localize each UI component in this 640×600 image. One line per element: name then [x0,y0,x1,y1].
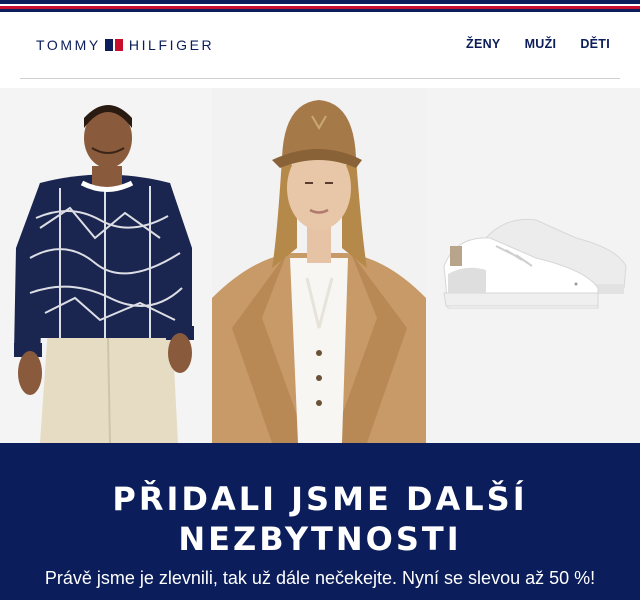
logo-text-left: TOMMY [36,37,101,53]
nav-item-men[interactable]: MUŽI [525,37,557,51]
promo-headline: PŘIDALI JSME DALŠÍ NEZBYTNOSTI [0,479,640,559]
brand-logo[interactable]: TOMMY HILFIGER [36,37,214,53]
main-nav: ŽENY MUŽI DĚTI [466,37,610,51]
promo-body-text: Právě jsme je zlevnili, tak už dále neče… [44,568,596,588]
hero-image-women-coat[interactable] [212,88,426,443]
nav-item-kids[interactable]: DĚTI [580,37,610,51]
hero-image-sneakers[interactable] [426,88,640,443]
nav-item-women[interactable]: ŽENY [466,37,501,51]
headline-line-2: NEZBYTNOSTI [178,520,462,558]
email-header: TOMMY HILFIGER ŽENY MUŽI DĚTI [20,13,620,79]
logo-text-right: HILFIGER [128,37,215,53]
headline-line-1: PŘIDALI JSME DALŠÍ [112,480,528,518]
flag-icon [104,39,123,51]
promo-banner: PŘIDALI JSME DALŠÍ NEZBYTNOSTI Právě jsm… [0,443,640,600]
brand-stripes [0,0,640,13]
hero-images [0,88,640,443]
hero-image-men-sweater[interactable] [0,88,212,443]
